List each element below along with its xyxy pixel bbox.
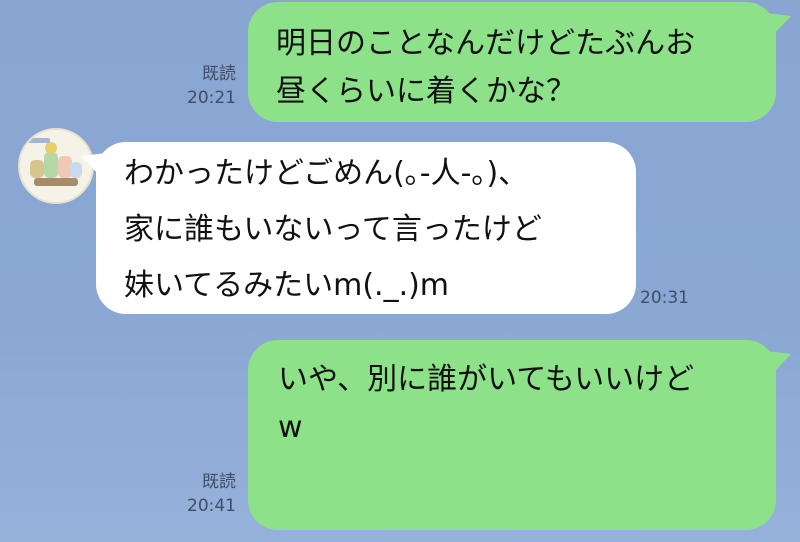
incoming-message-bubble[interactable]: わかったけどごめん(｡-人-｡)、 家に誰もいないって言ったけど 妹いてるみたい… — [76, 142, 636, 314]
read-receipt: 既読 — [202, 64, 236, 84]
message-meta: 既読 20:21 — [176, 62, 236, 110]
message-text-line: わかったけどごめん(｡-人-｡)、 — [124, 156, 529, 191]
timestamp: 20:41 — [187, 496, 236, 516]
message-text-line: 妹いてるみたいm(._.)m — [124, 268, 450, 303]
outgoing-message-bubble[interactable]: いや、別に誰がいてもいいけど w — [248, 340, 796, 530]
message-text-line: w — [278, 410, 303, 445]
outgoing-message-bubble[interactable]: 明日のことなんだけどたぶんお 昼くらいに着くかな？ — [248, 2, 796, 122]
read-receipt: 既読 — [202, 472, 236, 492]
message-text-line: 昼くらいに着くかな？ — [276, 74, 576, 109]
message-text-line: 明日のことなんだけどたぶんお — [276, 26, 696, 61]
timestamp: 20:21 — [187, 88, 236, 108]
chat-area: 既読 20:21 明日のことなんだけどたぶんお 昼くらいに着くかな？ わかったけ… — [0, 0, 800, 542]
message-meta: 既読 20:41 — [176, 470, 236, 518]
message-text-line: いや、別に誰がいてもいいけど — [278, 362, 695, 397]
timestamp: 20:31 — [640, 288, 689, 308]
bubble-tail — [762, 342, 796, 376]
bubble-tail — [762, 4, 796, 38]
message-meta: 20:31 — [640, 286, 700, 310]
message-text-line: 家に誰もいないって言ったけど — [124, 212, 542, 247]
